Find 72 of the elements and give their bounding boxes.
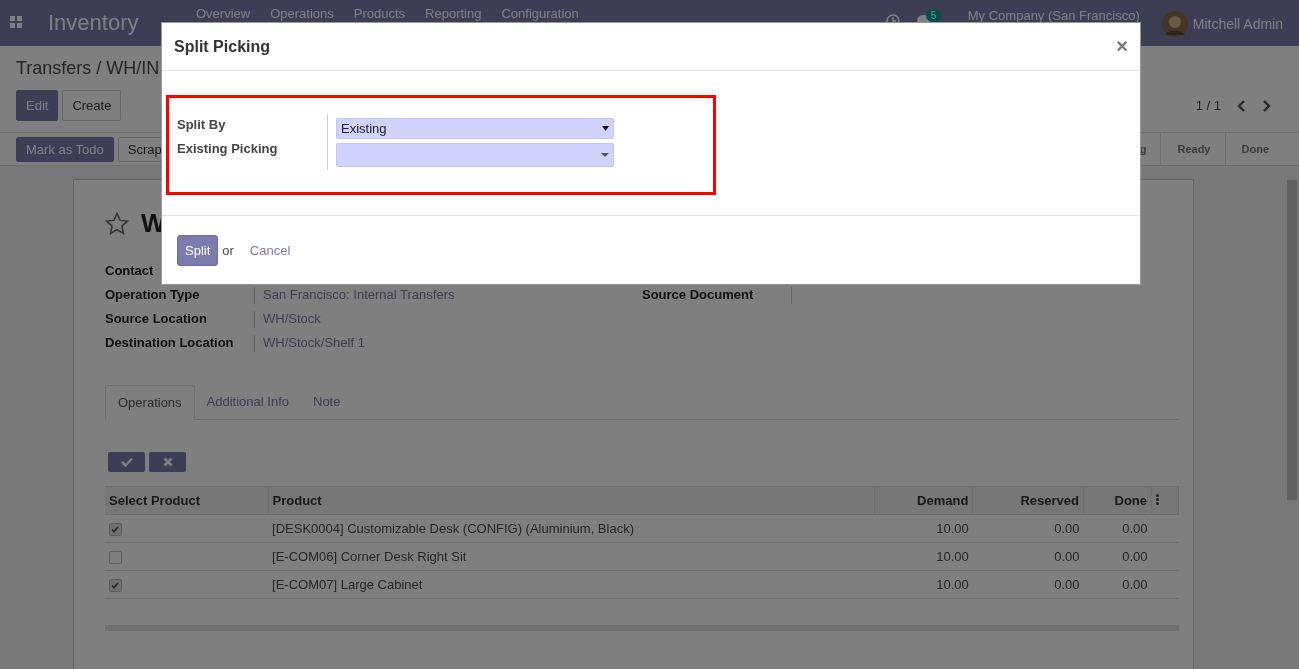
column-header[interactable]: Reserved [972,486,1084,515]
next-button[interactable] [1261,99,1273,112]
menu-item[interactable]: Products [353,6,406,21]
column-header[interactable]: Select Product [105,486,269,515]
select-all-button[interactable] [108,452,145,472]
row-checkbox[interactable] [109,523,122,537]
table-cell: 10.00 [874,570,973,599]
mark-as-todo-button[interactable]: Mark as Todo [16,136,114,162]
split-by-select[interactable]: Existing [336,118,614,139]
breadcrumb: Transfers / WH/IN [16,58,161,80]
check-icon [111,526,119,534]
menu-item[interactable]: Operations [270,6,334,21]
column-header[interactable]: Done [1083,486,1152,515]
menu-item[interactable]: Overview [196,6,251,21]
table-cell: 0.00 [1083,542,1152,571]
avatar-icon [1161,11,1188,37]
split-button[interactable]: Split [177,234,219,266]
table-cell: [DESK0004] Customizable Desk (CONFIG) (Aluminium, Black) [268,514,875,543]
field-value-link[interactable]: WH/Stock [263,311,321,326]
chevron-left-icon [1237,99,1245,112]
chevron-right-icon [1263,99,1271,112]
create-button[interactable]: Create [62,90,122,121]
user-menu[interactable]: Mitchell Admin [1161,11,1283,37]
company-switcher[interactable]: My Company (San Francisco) [967,7,1140,23]
message-count-badge: 5 [925,9,942,22]
field-label: Source Location [105,311,255,328]
table-cell: 0.00 [972,542,1084,571]
column-options-button[interactable] [1156,494,1159,505]
table-cell: 10.00 [874,542,973,571]
previous-button[interactable] [1235,99,1247,112]
table-cell: [E-COM06] Corner Desk Right Sit [268,542,875,571]
field-value-link[interactable]: WH/Stock/Shelf 1 [263,335,365,350]
status-stage: Done [1224,133,1283,165]
pager-counter: 1 / 1 [1195,98,1221,113]
field-value-link[interactable]: San Francisco: Internal Transfers [263,287,455,302]
menu-item[interactable]: Configuration [501,6,579,21]
dropdown-arrow-icon [602,126,609,131]
app-name: Inventory [48,10,140,36]
notebook-tab[interactable]: Operations [105,385,195,420]
deselect-all-button[interactable] [149,452,186,472]
or-text: or [222,242,234,258]
existing-picking-field[interactable] [336,143,614,167]
notebook-tab[interactable]: Additional Info [194,385,301,419]
field-label: Existing Picking [177,141,279,156]
column-header[interactable]: Demand [874,486,973,515]
table-cell: 0.00 [972,570,1084,599]
status-stage: Ready [1160,133,1225,165]
apps-menu-button[interactable] [10,16,22,28]
notebook-tab[interactable]: Note [301,385,353,419]
close-button[interactable]: × [1116,35,1128,58]
table-cell: 0.00 [1083,514,1152,543]
caret-icon [601,153,609,157]
field-label: Operation Type [105,287,255,304]
column-header[interactable]: Product [268,486,875,515]
menu-item[interactable]: Reporting [425,6,482,21]
field-label: Source Document [642,287,792,304]
field-label: Split By [177,117,227,132]
row-checkbox[interactable] [109,551,122,565]
table-cell: [E-COM07] Large Cabinet [268,570,875,599]
check-icon [111,582,119,590]
grid-icon [10,16,22,28]
field-label: Destination Location [105,335,255,352]
check-icon [120,457,133,467]
table-cell: 10.00 [874,514,973,543]
dialog-title: Split Picking [174,37,270,56]
row-checkbox[interactable] [109,579,122,593]
table-cell: 0.00 [972,514,1084,543]
cancel-link[interactable]: Cancel [249,242,291,258]
table-cell: 0.00 [1083,570,1152,599]
close-icon [162,457,173,467]
edit-button[interactable]: Edit [16,90,59,121]
kebab-icon [1156,494,1159,505]
